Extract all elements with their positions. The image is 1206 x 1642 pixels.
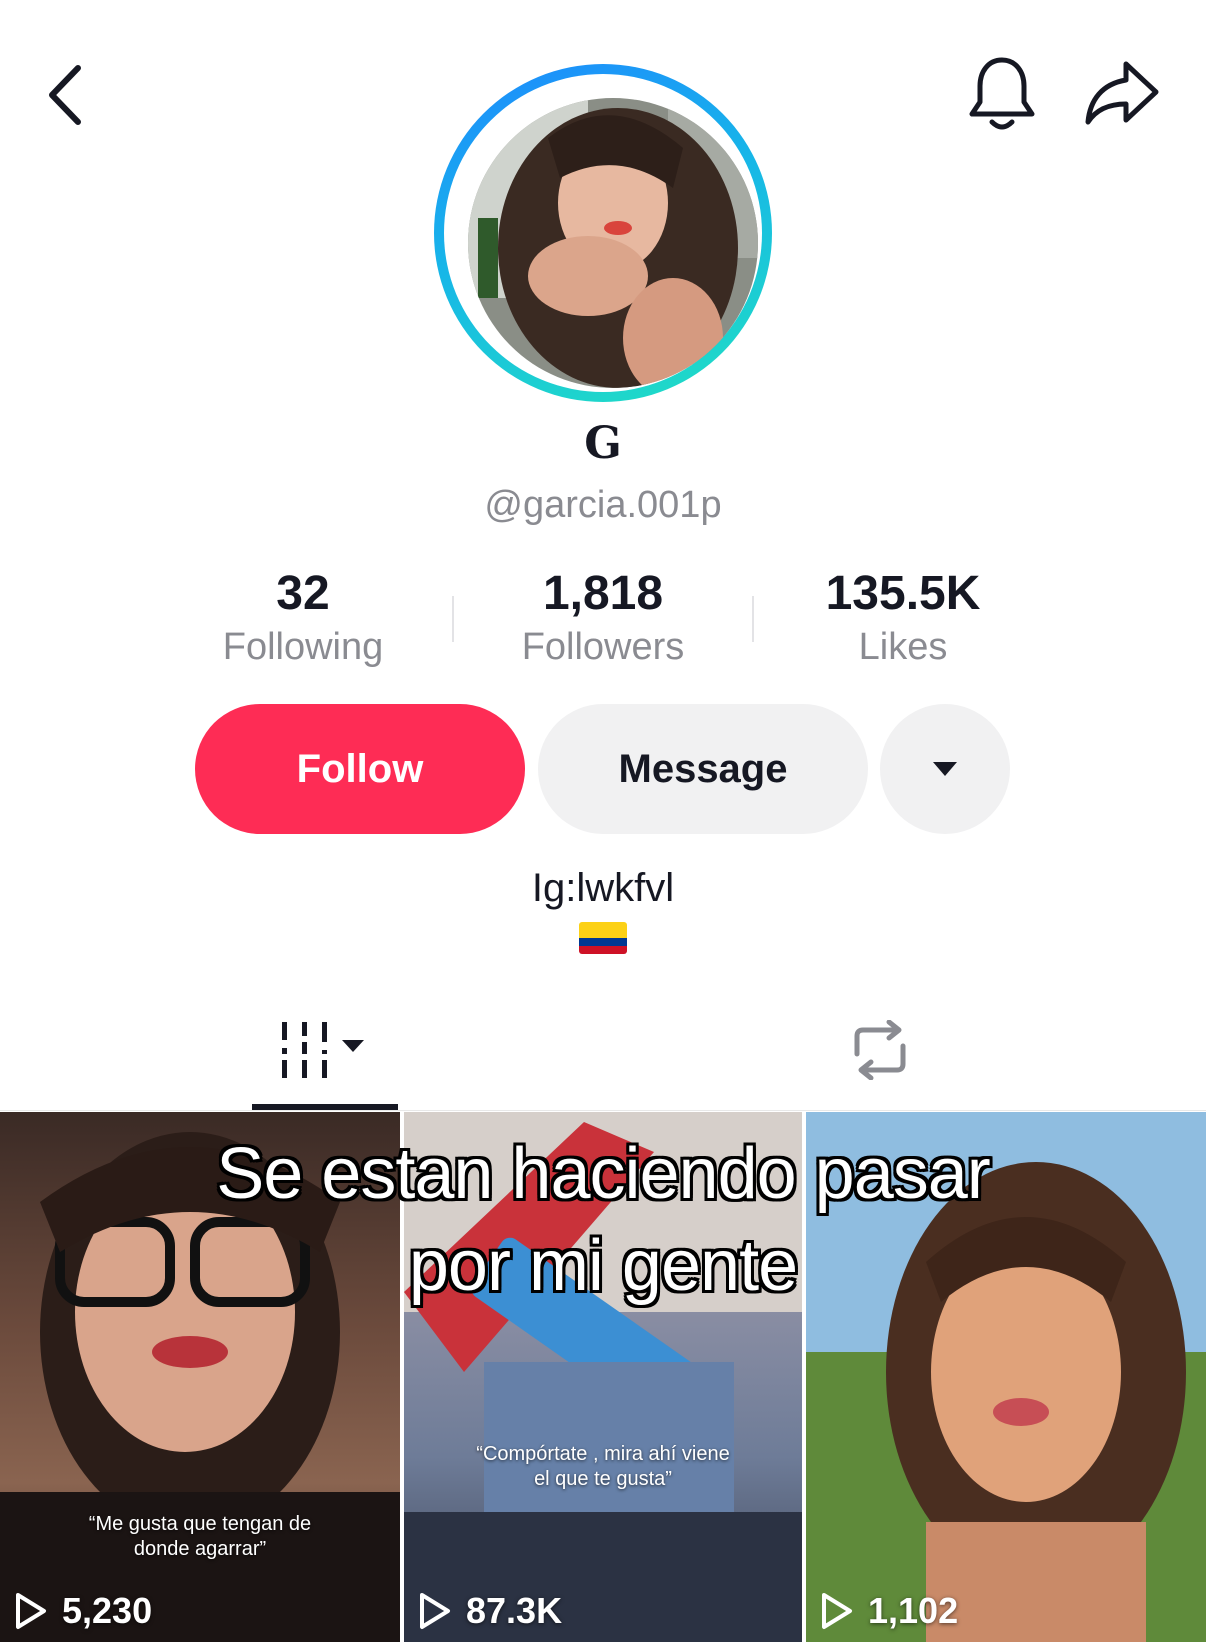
likes-count: 135.5K bbox=[825, 567, 981, 620]
chevron-left-icon bbox=[49, 65, 81, 125]
video-caption: el que te gusta” bbox=[534, 1468, 672, 1490]
caret-down-icon bbox=[933, 762, 957, 776]
overlay-caption: Se estan haciendo pasar por mi gente bbox=[0, 1128, 1206, 1312]
video-caption: “Compórtate , mira ahí viene bbox=[476, 1443, 730, 1465]
view-count: 87.3K bbox=[418, 1590, 562, 1632]
video-caption: donde agarrar” bbox=[133, 1538, 267, 1560]
tab-videos[interactable] bbox=[250, 1000, 400, 1100]
followers-count: 1,818 bbox=[542, 567, 664, 620]
stat-followers[interactable]: 1,818 Followers bbox=[463, 566, 743, 672]
overlay-caption-line1: Se estan haciendo pasar bbox=[216, 1134, 991, 1214]
repost-icon bbox=[854, 1020, 906, 1080]
username-handle: @garcia.001p bbox=[484, 484, 722, 526]
videos-grid-icon bbox=[282, 1022, 364, 1078]
colombia-flag-icon bbox=[579, 922, 627, 954]
view-count: 1,102 bbox=[820, 1590, 958, 1632]
stat-likes: 135.5K Likes bbox=[763, 566, 1043, 672]
play-icon bbox=[420, 1593, 450, 1629]
video-caption: “Me gusta que tengan de bbox=[88, 1513, 312, 1535]
display-name: G bbox=[584, 418, 622, 469]
share-button[interactable] bbox=[1082, 56, 1162, 132]
stat-divider bbox=[752, 596, 754, 642]
following-count: 32 bbox=[276, 567, 330, 620]
notifications-button[interactable] bbox=[966, 54, 1038, 134]
share-arrow-icon bbox=[1085, 61, 1159, 125]
avatar-border bbox=[444, 74, 762, 392]
bell-icon bbox=[969, 57, 1035, 130]
following-label: Following bbox=[222, 626, 384, 668]
followers-label: Followers bbox=[521, 626, 685, 668]
tab-reposts[interactable] bbox=[800, 1000, 960, 1100]
back-button[interactable] bbox=[40, 60, 90, 130]
view-count-text: 1,102 bbox=[868, 1590, 959, 1631]
stat-divider bbox=[452, 596, 454, 642]
overlay-caption-line2: por mi gente bbox=[408, 1226, 798, 1306]
avatar[interactable] bbox=[434, 64, 772, 402]
play-icon bbox=[822, 1593, 852, 1629]
suggested-accounts-button[interactable] bbox=[880, 704, 1010, 834]
likes-label: Likes bbox=[858, 626, 948, 668]
bio-text: Ig:lwkfvl bbox=[531, 866, 675, 910]
follow-button[interactable]: Follow bbox=[195, 704, 525, 834]
view-count: 5,230 bbox=[14, 1590, 152, 1632]
message-button[interactable]: Message bbox=[538, 704, 868, 834]
view-count-text: 87.3K bbox=[466, 1590, 563, 1631]
profile-photo bbox=[468, 98, 758, 388]
view-count-text: 5,230 bbox=[62, 1590, 153, 1631]
tab-divider bbox=[0, 1110, 1206, 1111]
play-icon bbox=[16, 1593, 46, 1629]
stat-following[interactable]: 32 Following bbox=[163, 566, 443, 672]
